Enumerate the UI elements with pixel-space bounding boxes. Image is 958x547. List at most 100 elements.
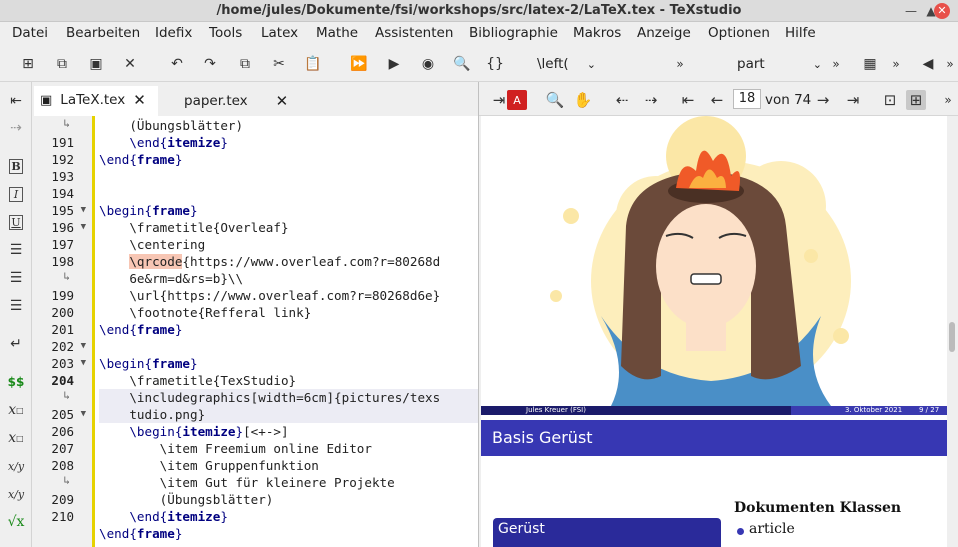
fold-chevron-icon[interactable]: ▼ [81,205,86,215]
pdf-page[interactable]: Jules Kreuer (FSI) 3. Oktober 2021 9 / 2… [481,116,947,547]
redo-icon[interactable]: ↷ [200,54,220,74]
dfraction-icon[interactable]: x/y [6,484,26,504]
menu-mathe[interactable]: Mathe [316,25,358,41]
zoom-icon[interactable]: 🔍 [545,90,565,110]
menu-idefix[interactable]: Idefix [155,25,192,41]
next-page-icon[interactable]: → [813,90,833,110]
menu-datei[interactable]: Datei [12,25,48,41]
overflow-icon[interactable]: » [940,54,958,74]
back-icon[interactable]: ⇠ [612,90,632,110]
pdf-scrollbar[interactable] [949,322,955,352]
forward-icon[interactable]: ⇢ [641,90,661,110]
menu-makros[interactable]: Makros [573,25,621,41]
align-left-icon[interactable]: ☰ [6,240,26,260]
code-line[interactable]: \url{https://www.overleaf.com?r=80268d6e… [99,287,440,304]
last-page-icon[interactable]: ⇥ [843,90,863,110]
tab-paper-tex[interactable]: paper.tex ✕ [184,86,294,116]
overflow-icon[interactable]: » [886,54,906,74]
collapse-sidebar-icon[interactable]: ⇤ [6,91,26,111]
close-tab-icon[interactable]: ✕ [276,92,289,110]
build-view-icon[interactable]: ⏩ [349,54,369,74]
close-window-icon[interactable]: ✕ [934,3,950,19]
close-tab-icon[interactable]: ✕ [133,91,146,109]
fraction-icon[interactable]: x/y [6,456,26,476]
structure-icon[interactable]: {} [485,54,505,74]
menu-bearbeiten[interactable]: Bearbeiten [66,25,140,41]
first-page-icon[interactable]: ⇤ [678,90,698,110]
stop-icon[interactable]: ◉ [418,54,438,74]
new-from-template-icon[interactable]: ⧉ [52,54,72,74]
minimize-icon[interactable]: — [902,2,920,20]
overflow-icon[interactable]: » [670,54,690,74]
fit-page-icon[interactable]: ⊞ [906,90,926,110]
code-line[interactable]: \includegraphics[width=6cm]{pictures/tex… [99,389,478,406]
code-line[interactable]: \item Gut für kleinere Projekte [99,474,395,491]
table-icon[interactable]: ▦ [860,54,880,74]
structure-combo[interactable]: part ⌄ [737,53,825,75]
subscript-icon[interactable]: x □ [6,400,26,420]
block-title: Gerüst [498,521,545,537]
code-line[interactable]: \centering [99,236,205,253]
underline-icon[interactable]: U [6,212,26,232]
code-line[interactable]: 6e&rm=d&rs=b}\\ [99,270,243,287]
menu-optionen[interactable]: Optionen [708,25,770,41]
italic-icon[interactable]: I [6,184,26,204]
cut-icon[interactable]: ✂ [269,54,289,74]
code-line[interactable]: \end{itemize} [99,508,228,525]
external-pdf-icon[interactable]: A [507,90,527,110]
math-mode-icon[interactable]: $$ [6,372,26,392]
menu-latex[interactable]: Latex [261,25,298,41]
compile-icon[interactable]: ▶ [384,54,404,74]
menu-hilfe[interactable]: Hilfe [785,25,816,41]
fold-chevron-icon[interactable]: ▼ [81,341,86,351]
fold-chevron-icon[interactable]: ▼ [81,222,86,232]
arrow-icon[interactable]: ⇢ [6,118,26,138]
align-center-icon[interactable]: ☰ [6,268,26,288]
superscript-icon[interactable]: x □ [6,428,26,448]
overflow-icon[interactable]: » [938,90,958,110]
code-line[interactable]: \end{itemize} [99,134,228,151]
code-line[interactable]: \item Gruppenfunktion [99,457,319,474]
code-line[interactable]: \begin{frame} [99,355,198,372]
code-line[interactable]: \end{frame} [99,321,182,338]
menu-tools[interactable]: Tools [209,25,242,41]
tab-latex-tex[interactable]: ▣ LaTeX.tex ✕ [34,86,158,116]
new-file-icon[interactable]: ⊞ [18,54,38,74]
code-line[interactable]: \begin{frame} [99,202,198,219]
menu-assistenten[interactable]: Assistenten [375,25,453,41]
newline-icon[interactable]: ↵ [6,334,26,354]
code-line[interactable]: \frametitle{TexStudio} [99,372,296,389]
code-editor[interactable]: ↳ 191 192 193 194 195 ▼ 196 ▼ 197 198 ↳ 199 200 201 202… [32,116,478,547]
code-line[interactable]: \end{frame} [99,151,182,168]
sqrt-icon[interactable]: √x [6,512,26,532]
prev-page-icon[interactable]: ← [707,90,727,110]
left-bracket-combo[interactable]: \left( ⌄ [537,53,601,75]
code-line[interactable]: \footnote{Refferal link} [99,304,311,321]
overflow-icon[interactable]: » [826,54,846,74]
menu-anzeige[interactable]: Anzeige [637,25,691,41]
code-line[interactable]: \frametitle{Overleaf} [99,219,288,236]
collapse-pdf-icon[interactable]: ⇥ [489,90,509,110]
code-line[interactable]: (Übungsblätter) [99,117,243,134]
align-right-icon[interactable]: ☰ [6,296,26,316]
fold-chevron-icon[interactable]: ▼ [81,358,86,368]
code-line[interactable]: \begin{itemize}[<+->] [99,423,288,440]
code-line[interactable]: \item Freemium online Editor [99,440,372,457]
tag-icon[interactable]: ◀ [918,54,938,74]
view-pdf-icon[interactable]: 🔍 [452,54,472,74]
copy-icon[interactable]: ⧉ [235,54,255,74]
paste-icon[interactable]: 📋 [303,54,323,74]
save-icon[interactable]: ▣ [86,54,106,74]
single-page-icon[interactable]: ⊡ [880,90,900,110]
close-file-icon[interactable]: ✕ [120,54,140,74]
undo-icon[interactable]: ↶ [167,54,187,74]
code-line[interactable]: \end{frame} [99,525,182,542]
bold-icon[interactable]: B [6,156,26,176]
fold-chevron-icon[interactable]: ▼ [81,409,86,419]
hand-icon[interactable]: ✋ [573,90,593,110]
menu-bibliographie[interactable]: Bibliographie [469,25,558,41]
code-line[interactable]: (Übungsblätter) [99,491,274,508]
code-line[interactable]: tudio.png} [99,406,478,423]
page-number-input[interactable]: 18 [733,89,761,109]
code-line[interactable]: \qrcode{https://www.overleaf.com?r=80268… [99,253,440,270]
